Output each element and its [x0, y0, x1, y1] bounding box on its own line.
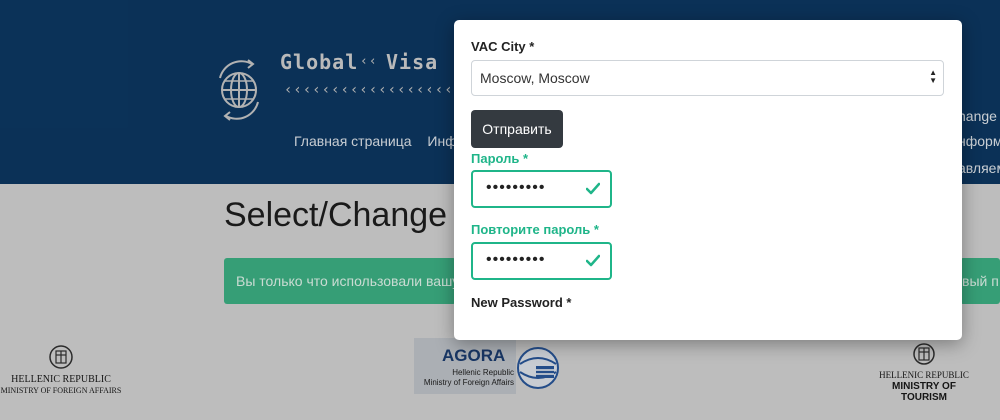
page-title: Select/Change V: [224, 196, 456, 234]
globe-logo-icon: [219, 59, 259, 121]
logo-arrows-bottom: ‹‹‹‹‹‹‹‹‹‹‹‹‹‹‹‹‹‹‹‹‹‹: [284, 82, 454, 98]
right-clipped-heading: hange V: [958, 108, 1000, 124]
check-icon: [586, 254, 600, 267]
success-alert: Вы только что использовали вашу с: [224, 258, 456, 304]
vac-city-select[interactable]: Moscow, Moscow ▲ ▼: [471, 60, 944, 96]
submit-button[interactable]: Отправить: [471, 110, 563, 148]
repeat-password-label: Повторите пароль *: [471, 222, 599, 237]
mfa-line2: MINISTRY OF FOREIGN AFFAIRS: [0, 386, 122, 395]
agora-title: AGORA: [442, 346, 506, 365]
repeat-password-field[interactable]: •••••••••: [471, 242, 612, 280]
logo-word-global: Global: [280, 50, 359, 74]
agora-globe-icon: [517, 347, 559, 389]
global-visa-logo[interactable]: Global ‹‹ Visa ‹‹‹‹‹‹‹‹‹‹‹‹‹‹‹‹‹‹‹‹‹‹: [208, 40, 468, 140]
password-label: Пароль *: [471, 151, 529, 166]
tourism-line1: HELLENIC REPUBLIC: [879, 370, 969, 380]
vac-city-value: Moscow, Moscow: [480, 70, 590, 86]
logo-word-visa: Visa: [386, 50, 439, 74]
password-value: •••••••••: [486, 179, 546, 196]
hellenic-emblem-icon: [913, 343, 935, 365]
logo-arrows-top: ‹‹: [360, 54, 378, 69]
repeat-password-value: •••••••••: [486, 251, 546, 268]
success-alert-right: вый п: [960, 258, 1000, 304]
tourism-line2: MINISTRY OF TOURISM: [892, 381, 956, 403]
mfa-logo: HELLENIC REPUBLIC MINISTRY OF FOREIGN AF…: [0, 344, 122, 396]
agora-box: AGORA Hellenic Republic Ministry of Fore…: [414, 338, 516, 394]
hellenic-emblem-icon: [49, 345, 73, 369]
new-password-label: New Password *: [471, 295, 572, 310]
change-vac-modal: VAC City * Moscow, Moscow ▲ ▼ Отправить П…: [454, 20, 962, 340]
right-clipped-text: авляем: [958, 160, 1000, 176]
mfa-line1: HELLENIC REPUBLIC: [11, 374, 111, 385]
right-nav-item[interactable]: нформ: [958, 133, 1000, 149]
agora-line1: Hellenic Republic: [452, 368, 514, 377]
select-arrows-icon: ▲ ▼: [929, 68, 937, 85]
tourism-logo: HELLENIC REPUBLIC MINISTRY OF TOURISM: [868, 342, 980, 403]
password-field[interactable]: •••••••••: [471, 170, 612, 208]
agora-line2: Ministry of Foreign Affairs: [423, 378, 514, 387]
vac-city-label: VAC City *: [471, 39, 535, 54]
agora-logo: AGORA Hellenic Republic Ministry of Fore…: [414, 338, 564, 396]
nav-item-home[interactable]: Главная страница: [294, 133, 412, 149]
check-icon: [586, 182, 600, 195]
agora-subtitle: Hellenic Republic Ministry of Foreign Af…: [418, 368, 514, 388]
